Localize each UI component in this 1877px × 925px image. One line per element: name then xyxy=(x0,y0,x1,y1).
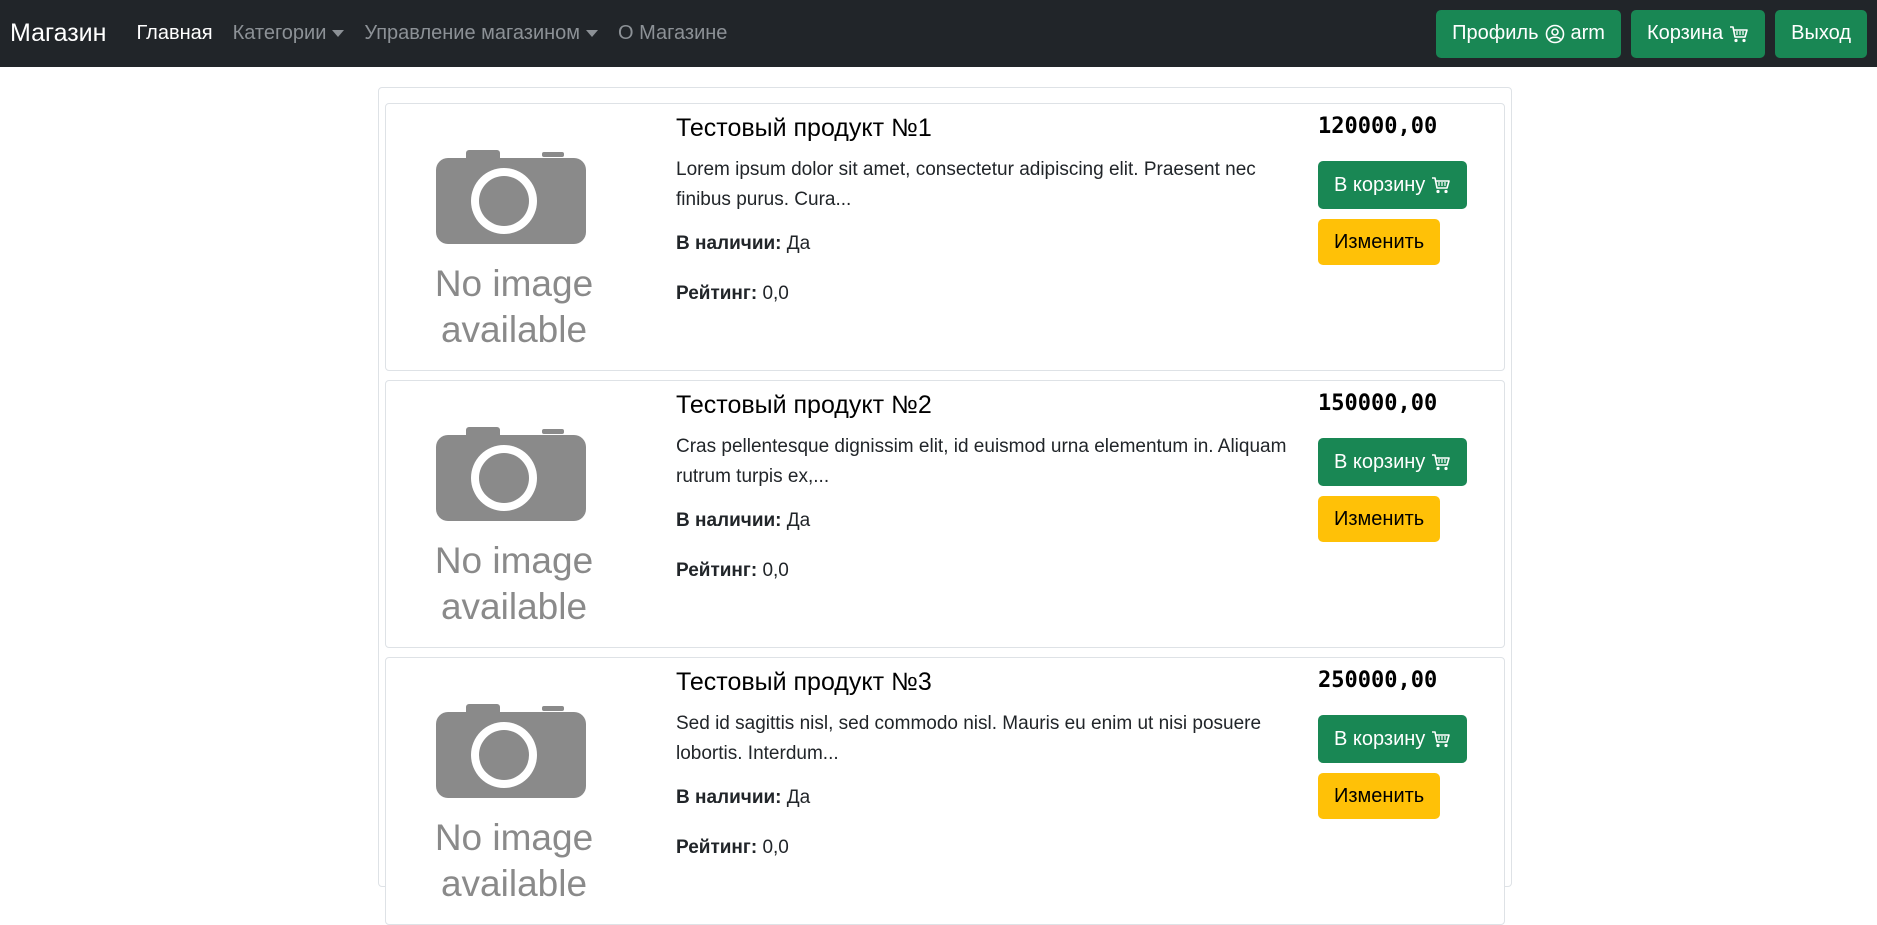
edit-product-button[interactable]: Изменить xyxy=(1318,773,1441,819)
cart-button-label: Корзина xyxy=(1646,22,1724,44)
add-to-cart-button[interactable]: В корзину xyxy=(1318,161,1468,209)
nav-link-home[interactable]: Главная xyxy=(136,22,212,45)
product-rating: Рейтинг: 0,0 xyxy=(676,835,1296,861)
edit-product-button[interactable]: Изменить xyxy=(1318,219,1441,265)
image-placeholder-text: No image xyxy=(435,817,593,858)
image-placeholder-text: available xyxy=(441,309,587,346)
product-availability: В наличии: Да xyxy=(676,231,1296,257)
cart-icon xyxy=(1432,177,1451,194)
add-to-cart-label: В корзину xyxy=(1334,173,1426,196)
nav-dropdown-store-management-label: Управление магазином xyxy=(364,22,581,44)
add-to-cart-label: В корзину xyxy=(1334,450,1426,473)
product-card: No image available Тестовый продукт №1 L… xyxy=(385,103,1505,371)
rating-label: Рейтинг: xyxy=(676,282,758,304)
rating-value: 0,0 xyxy=(762,282,789,304)
product-card: No image available Тестовый продукт №3 S… xyxy=(385,657,1505,925)
camera-icon: No image available xyxy=(435,150,593,346)
product-title[interactable]: Тестовый продукт №3 xyxy=(676,666,1296,699)
navbar: Магазин Главная Категории Управление маг… xyxy=(0,0,1877,67)
availability-label: В наличии: xyxy=(676,509,782,531)
rating-value: 0,0 xyxy=(762,559,789,581)
chevron-down-icon xyxy=(332,30,345,37)
product-actions: 250000,00 В корзину Изменить xyxy=(1318,668,1468,819)
product-price: 150000,00 xyxy=(1318,391,1438,416)
product-availability: В наличии: Да xyxy=(676,785,1296,811)
product-rating: Рейтинг: 0,0 xyxy=(676,558,1296,584)
logout-button[interactable]: Выход xyxy=(1775,9,1867,58)
product-info: Тестовый продукт №1 Lorem ipsum dolor si… xyxy=(676,112,1296,331)
navbar-actions: Профиль arm Корзина Выход xyxy=(1436,9,1867,58)
product-description: Cras pellentesque dignissim elit, id eui… xyxy=(676,435,1287,487)
nav-link-home-label: Главная xyxy=(136,22,213,44)
product-info: Тестовый продукт №3 Sed id sagittis nisl… xyxy=(676,666,1296,885)
product-card: No image available Тестовый продукт №2 C… xyxy=(385,380,1505,648)
product-rating: Рейтинг: 0,0 xyxy=(676,281,1296,307)
camera-icon: No image available xyxy=(435,427,593,623)
profile-button[interactable]: Профиль arm xyxy=(1436,9,1621,58)
image-placeholder-text: No image xyxy=(435,263,593,304)
add-to-cart-button[interactable]: В корзину xyxy=(1318,438,1468,486)
person-circle-icon xyxy=(1545,24,1564,43)
add-to-cart-label: В корзину xyxy=(1334,727,1426,750)
product-actions: 150000,00 В корзину Изменить xyxy=(1318,391,1468,542)
rating-value: 0,0 xyxy=(762,836,789,858)
product-actions: 120000,00 В корзину Изменить xyxy=(1318,114,1468,265)
cart-icon xyxy=(1432,731,1451,748)
rating-label: Рейтинг: xyxy=(676,836,758,858)
nav-dropdown-categories[interactable]: Категории xyxy=(233,22,345,45)
cart-icon xyxy=(1730,25,1748,42)
edit-product-button[interactable]: Изменить xyxy=(1318,496,1441,542)
availability-label: В наличии: xyxy=(676,786,782,808)
chevron-down-icon xyxy=(586,30,599,37)
nav-dropdown-store-management[interactable]: Управление магазином xyxy=(364,22,599,45)
availability-value: Да xyxy=(786,232,811,254)
cart-icon xyxy=(1432,454,1451,471)
logout-button-label: Выход xyxy=(1791,22,1851,44)
image-placeholder-text: available xyxy=(441,586,587,623)
product-description: Lorem ipsum dolor sit amet, consectetur … xyxy=(676,158,1256,210)
cart-button[interactable]: Корзина xyxy=(1630,9,1766,58)
product-availability: В наличии: Да xyxy=(676,508,1296,534)
availability-label: В наличии: xyxy=(676,232,782,254)
nav-dropdown-categories-label: Категории xyxy=(232,22,327,44)
camera-icon: No image available xyxy=(435,704,593,900)
profile-button-label: Профиль xyxy=(1452,22,1539,44)
image-placeholder-text: No image xyxy=(435,540,593,581)
add-to-cart-button[interactable]: В корзину xyxy=(1318,715,1468,763)
image-placeholder-text: available xyxy=(441,863,587,900)
product-title[interactable]: Тестовый продукт №2 xyxy=(676,389,1296,422)
product-list: No image available Тестовый продукт №1 L… xyxy=(378,87,1512,925)
rating-label: Рейтинг: xyxy=(676,559,758,581)
product-price: 250000,00 xyxy=(1318,668,1438,693)
availability-value: Да xyxy=(786,786,811,808)
product-title[interactable]: Тестовый продукт №1 xyxy=(676,112,1296,145)
product-price: 120000,00 xyxy=(1318,114,1438,139)
nav-link-about[interactable]: О Магазине xyxy=(618,22,727,45)
availability-value: Да xyxy=(786,509,811,531)
profile-username: arm xyxy=(1570,22,1605,44)
product-info: Тестовый продукт №2 Cras pellentesque di… xyxy=(676,389,1296,608)
brand-logo[interactable]: Магазин xyxy=(10,19,106,48)
product-description: Sed id sagittis nisl, sed commodo nisl. … xyxy=(676,712,1262,764)
nav-link-about-label: О Магазине xyxy=(618,22,728,44)
